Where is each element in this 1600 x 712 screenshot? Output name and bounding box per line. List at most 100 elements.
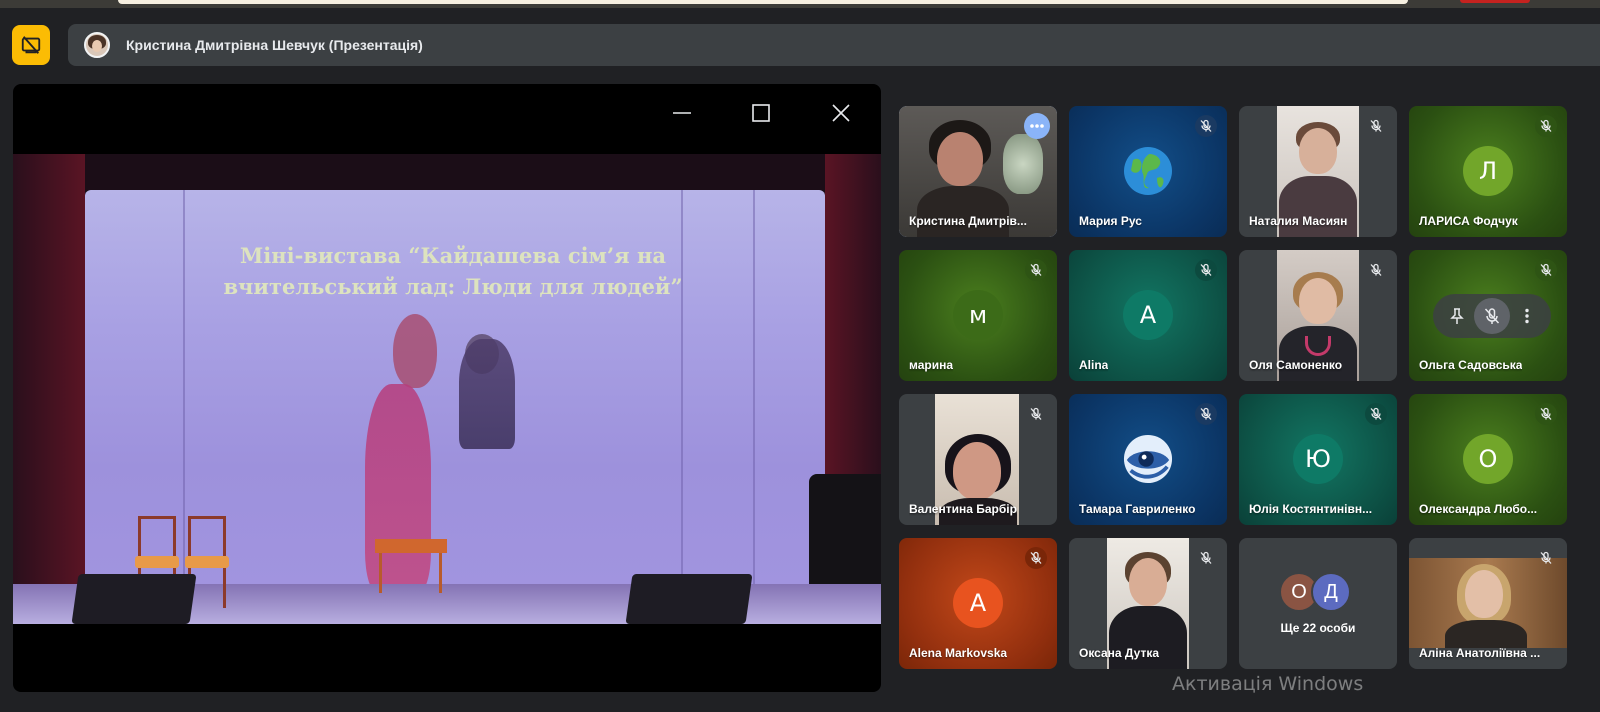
participant-avatar: A [953,578,1003,628]
participant-tile[interactable]: Оля Самоненко [1239,250,1397,381]
participant-name: Ольга Садовська [1419,358,1523,372]
close-button[interactable] [825,98,857,128]
mic-off-icon [1200,551,1212,564]
participant-tile[interactable]: Мария Рус [1069,106,1227,237]
participant-name: Аліна Анатоліївна ... [1419,646,1541,660]
participant-name: Тамара Гавриленко [1079,502,1196,516]
participant-tile[interactable]: Наталия Масиян [1239,106,1397,237]
participant-name: Наталия Масиян [1249,214,1348,228]
mic-muted-indicator [1535,115,1557,137]
participant-name: Мария Рус [1079,214,1142,228]
participant-tile[interactable]: A Alena Markovska [899,538,1057,669]
participant-name: Alina [1079,358,1109,372]
participant-avatar: Л [1463,146,1513,196]
stage-piano [809,474,881,584]
participant-tile[interactable]: Ю Юлія Костянтинівн... [1239,394,1397,525]
eye-avatar [1123,434,1173,484]
participant-tile[interactable]: Оксана Дутка [1069,538,1227,669]
more-horizontal-icon [1030,124,1044,128]
projected-figure [459,339,515,449]
mic-muted-indicator [1365,259,1387,281]
mic-muted-indicator [1365,403,1387,425]
mic-muted-indicator [1025,547,1047,569]
participant-tile[interactable]: Кристина Дмитрів... [899,106,1057,237]
mic-off-icon [1370,407,1382,420]
mute-participant-button[interactable] [1474,298,1510,334]
participant-video [1409,558,1567,648]
participant-tile[interactable]: Тамара Гавриленко [1069,394,1227,525]
participant-name: Юлія Костянтинівн... [1249,502,1373,516]
participant-avatar: м [953,290,1003,340]
slide-caption-line2: вчительський лад: Люди для людей” [223,274,683,299]
participant-name: Оля Самоненко [1249,358,1343,372]
presentation-stage: Міні-вистава “Кайдашева сім’я на вчитель… [13,84,881,692]
more-participants-tile[interactable]: О Д Ще 22 особи [1239,538,1397,669]
mic-off-icon [1200,263,1212,276]
stop-presenting-button[interactable] [12,25,50,65]
stop-presenting-icon [21,36,41,54]
minimize-button[interactable] [666,98,698,128]
participant-tile[interactable]: Ольга Садовська [1409,250,1567,381]
mic-muted-indicator [1195,403,1217,425]
shared-screen-image: Міні-вистава “Кайдашева сім’я на вчитель… [13,154,881,624]
record-indicator [1460,0,1530,3]
more-options-button[interactable] [1024,113,1050,139]
pin-icon [1449,308,1464,324]
mic-off-icon [1200,119,1212,132]
mic-off-icon [1030,407,1042,420]
mic-off-icon [1030,263,1042,276]
maximize-icon [752,104,770,122]
maximize-button[interactable] [745,98,777,128]
mic-off-icon [1540,407,1552,420]
participant-tile[interactable]: Л ЛАРИСА Фодчук [1409,106,1567,237]
participant-name: Олександра Любо... [1419,502,1538,516]
projected-figure [393,314,437,388]
participant-tile[interactable]: A Alina [1069,250,1227,381]
stage-speaker [625,574,753,624]
participant-name: Alena Markovska [909,646,1008,660]
mic-off-icon [1540,551,1552,564]
participant-avatar: Д [1311,572,1351,612]
globe-avatar [1123,146,1173,196]
participant-tile[interactable]: О Олександра Любо... [1409,394,1567,525]
participant-tile[interactable]: Аліна Анатоліївна ... [1409,538,1567,669]
close-icon [832,104,850,122]
participant-avatar: A [1123,290,1173,340]
more-options-button[interactable] [1510,298,1545,334]
participant-avatar: О [1463,434,1513,484]
participant-name: ЛАРИСА Фодчук [1419,214,1518,228]
windows-activation-watermark: Активація Windows [1172,673,1364,695]
more-vertical-icon [1525,308,1530,324]
participant-tile[interactable]: Валентина Барбір [899,394,1057,525]
stage-table [375,539,447,593]
mic-off-icon [1200,407,1212,420]
mic-muted-indicator [1025,403,1047,425]
minimize-icon [673,112,691,114]
stage-speaker [71,574,197,624]
participant-tile[interactable]: м марина [899,250,1057,381]
presentation-bar: Кристина Дмитрівна Шевчук (Презентація) [68,24,1600,66]
mic-off-icon [1540,119,1552,132]
mic-muted-indicator [1195,547,1217,569]
address-bar[interactable] [118,0,1408,4]
pin-button[interactable] [1439,298,1474,334]
mic-muted-indicator [1535,547,1557,569]
participant-name: Кристина Дмитрів... [909,214,1027,228]
mic-muted-indicator [1195,259,1217,281]
tile-hover-toolbar [1433,294,1551,338]
mic-muted-indicator [1025,259,1047,281]
more-participants-avatars: О Д [1279,572,1359,612]
mic-muted-indicator [1195,115,1217,137]
mic-off-icon [1370,263,1382,276]
participant-name: марина [909,358,954,372]
participant-name: Оксана Дутка [1079,646,1160,660]
mic-muted-indicator [1365,115,1387,137]
eye-icon [1123,434,1173,484]
participant-grid: Кристина Дмитрів... Мария Рус Наталия Ма… [899,106,1600,670]
more-participants-label: Ще 22 особи [1280,621,1356,635]
slide-caption-line1: Міні-вистава “Кайдашева сім’я на [240,243,666,268]
mic-muted-indicator [1535,259,1557,281]
mic-off-icon [1484,308,1500,324]
participant-avatar: Ю [1293,434,1343,484]
mic-off-icon [1030,551,1042,564]
